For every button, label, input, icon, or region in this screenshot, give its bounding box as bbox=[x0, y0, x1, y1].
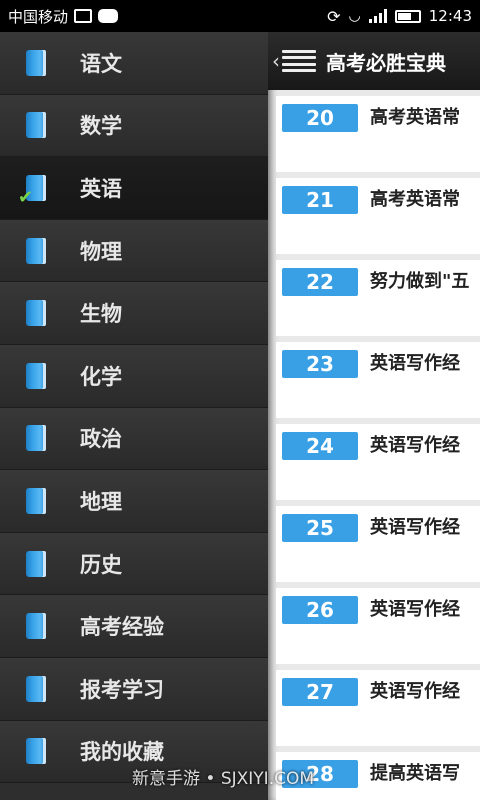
number-badge: 24 bbox=[282, 432, 358, 460]
drawer-item-application-study[interactable]: 报考学习 bbox=[0, 657, 268, 721]
page-title: 高考必胜宝典 bbox=[326, 50, 446, 75]
list-item[interactable]: 21 高考英语常 bbox=[276, 178, 480, 254]
check-icon: ✔ bbox=[18, 187, 34, 209]
list-item[interactable]: 23 英语写作经 bbox=[276, 342, 480, 418]
drawer-item-label: 我的收藏 bbox=[80, 740, 164, 765]
book-icon bbox=[26, 487, 46, 514]
number-badge: 27 bbox=[282, 678, 358, 706]
list-item[interactable]: 24 英语写作经 bbox=[276, 424, 480, 500]
drawer-item-label: 报考学习 bbox=[80, 677, 164, 702]
book-icon bbox=[26, 362, 46, 389]
list-item-title: 英语写作经 bbox=[370, 599, 460, 620]
drawer-item-biology[interactable]: 生物 bbox=[0, 282, 268, 345]
drawer-item-label: 政治 bbox=[80, 427, 122, 452]
content-panel: ‹ 高考必胜宝典 20 高考英语常 21 高考英语常 22 努力做到"五 23 … bbox=[268, 32, 480, 800]
watermark: 新意手游 • SJXIYI.COM bbox=[132, 769, 315, 789]
list-item-title: 高考英语常 bbox=[370, 189, 460, 210]
drawer-item-math[interactable]: 数学 bbox=[0, 94, 268, 158]
number-badge: 25 bbox=[282, 514, 358, 542]
drawer-item-label: 英语 bbox=[80, 176, 122, 201]
list-item[interactable]: 22 努力做到"五 bbox=[276, 260, 480, 336]
drawer-item-chemistry[interactable]: 化学 bbox=[0, 344, 268, 408]
book-icon bbox=[26, 675, 46, 702]
book-icon bbox=[26, 237, 46, 264]
drawer-item-label: 地理 bbox=[80, 489, 122, 514]
book-icon bbox=[26, 425, 46, 452]
menu-icon[interactable] bbox=[282, 50, 316, 72]
action-bar: ‹ 高考必胜宝典 bbox=[268, 32, 480, 90]
status-bar: 中国移动 ⟳ ◡ 12:43 bbox=[0, 0, 480, 32]
book-icon bbox=[26, 49, 46, 76]
number-badge: 22 bbox=[282, 268, 358, 296]
list-item[interactable]: 26 英语写作经 bbox=[276, 588, 480, 664]
image-icon bbox=[74, 9, 93, 23]
list-item-title: 英语写作经 bbox=[370, 681, 460, 702]
list-item[interactable]: 27 英语写作经 bbox=[276, 670, 480, 746]
list-item-title: 努力做到"五 bbox=[370, 271, 470, 292]
drawer-item-history[interactable]: 历史 bbox=[0, 532, 268, 596]
drawer-item-geography[interactable]: 地理 bbox=[0, 470, 268, 533]
drawer-item-exam-experience[interactable]: 高考经验 bbox=[0, 595, 268, 658]
list-item-title: 英语写作经 bbox=[370, 517, 460, 538]
carrier-label: 中国移动 bbox=[8, 7, 69, 26]
drawer-item-label: 语文 bbox=[80, 51, 122, 76]
book-icon bbox=[26, 300, 46, 327]
list-item-title: 英语写作经 bbox=[370, 353, 460, 374]
list-item-title: 英语写作经 bbox=[370, 435, 460, 456]
sync-icon: ⟳ bbox=[327, 6, 341, 26]
clock: 12:43 bbox=[428, 7, 472, 25]
navigation-drawer: 语文 数学 ✔ 英语 物理 生物 化学 政治 地理 历史 高考经验 报考学习 我… bbox=[0, 32, 268, 800]
list-item[interactable]: 20 高考英语常 bbox=[276, 96, 480, 172]
drawer-item-label: 数学 bbox=[80, 114, 122, 139]
drawer-item-label: 化学 bbox=[80, 364, 122, 389]
drawer-item-label: 历史 bbox=[80, 552, 122, 577]
drawer-item-english[interactable]: ✔ 英语 bbox=[0, 157, 268, 220]
list-item-title: 高考英语常 bbox=[370, 107, 460, 128]
book-icon bbox=[26, 613, 46, 640]
article-list: 20 高考英语常 21 高考英语常 22 努力做到"五 23 英语写作经 24 … bbox=[268, 90, 480, 800]
wifi-icon: ◡ bbox=[348, 8, 361, 24]
number-badge: 23 bbox=[282, 350, 358, 378]
battery-icon bbox=[394, 9, 421, 23]
back-chevron-icon[interactable]: ‹ bbox=[272, 49, 280, 73]
drawer-item-label: 物理 bbox=[80, 239, 122, 264]
signal-icon bbox=[368, 9, 387, 23]
number-badge: 20 bbox=[282, 104, 358, 132]
list-item[interactable]: 25 英语写作经 bbox=[276, 506, 480, 582]
drawer-item-label: 生物 bbox=[80, 302, 122, 327]
drawer-item-politics[interactable]: 政治 bbox=[0, 407, 268, 471]
list-item-title: 提高英语写 bbox=[370, 763, 460, 784]
number-badge: 26 bbox=[282, 596, 358, 624]
drawer-item-chinese[interactable]: 语文 bbox=[0, 32, 268, 95]
book-icon bbox=[26, 550, 46, 577]
drawer-item-physics[interactable]: 物理 bbox=[0, 219, 268, 283]
book-icon bbox=[26, 738, 46, 765]
message-icon bbox=[98, 9, 119, 23]
book-icon bbox=[26, 112, 46, 139]
number-badge: 21 bbox=[282, 186, 358, 214]
drawer-item-label: 高考经验 bbox=[80, 615, 164, 640]
